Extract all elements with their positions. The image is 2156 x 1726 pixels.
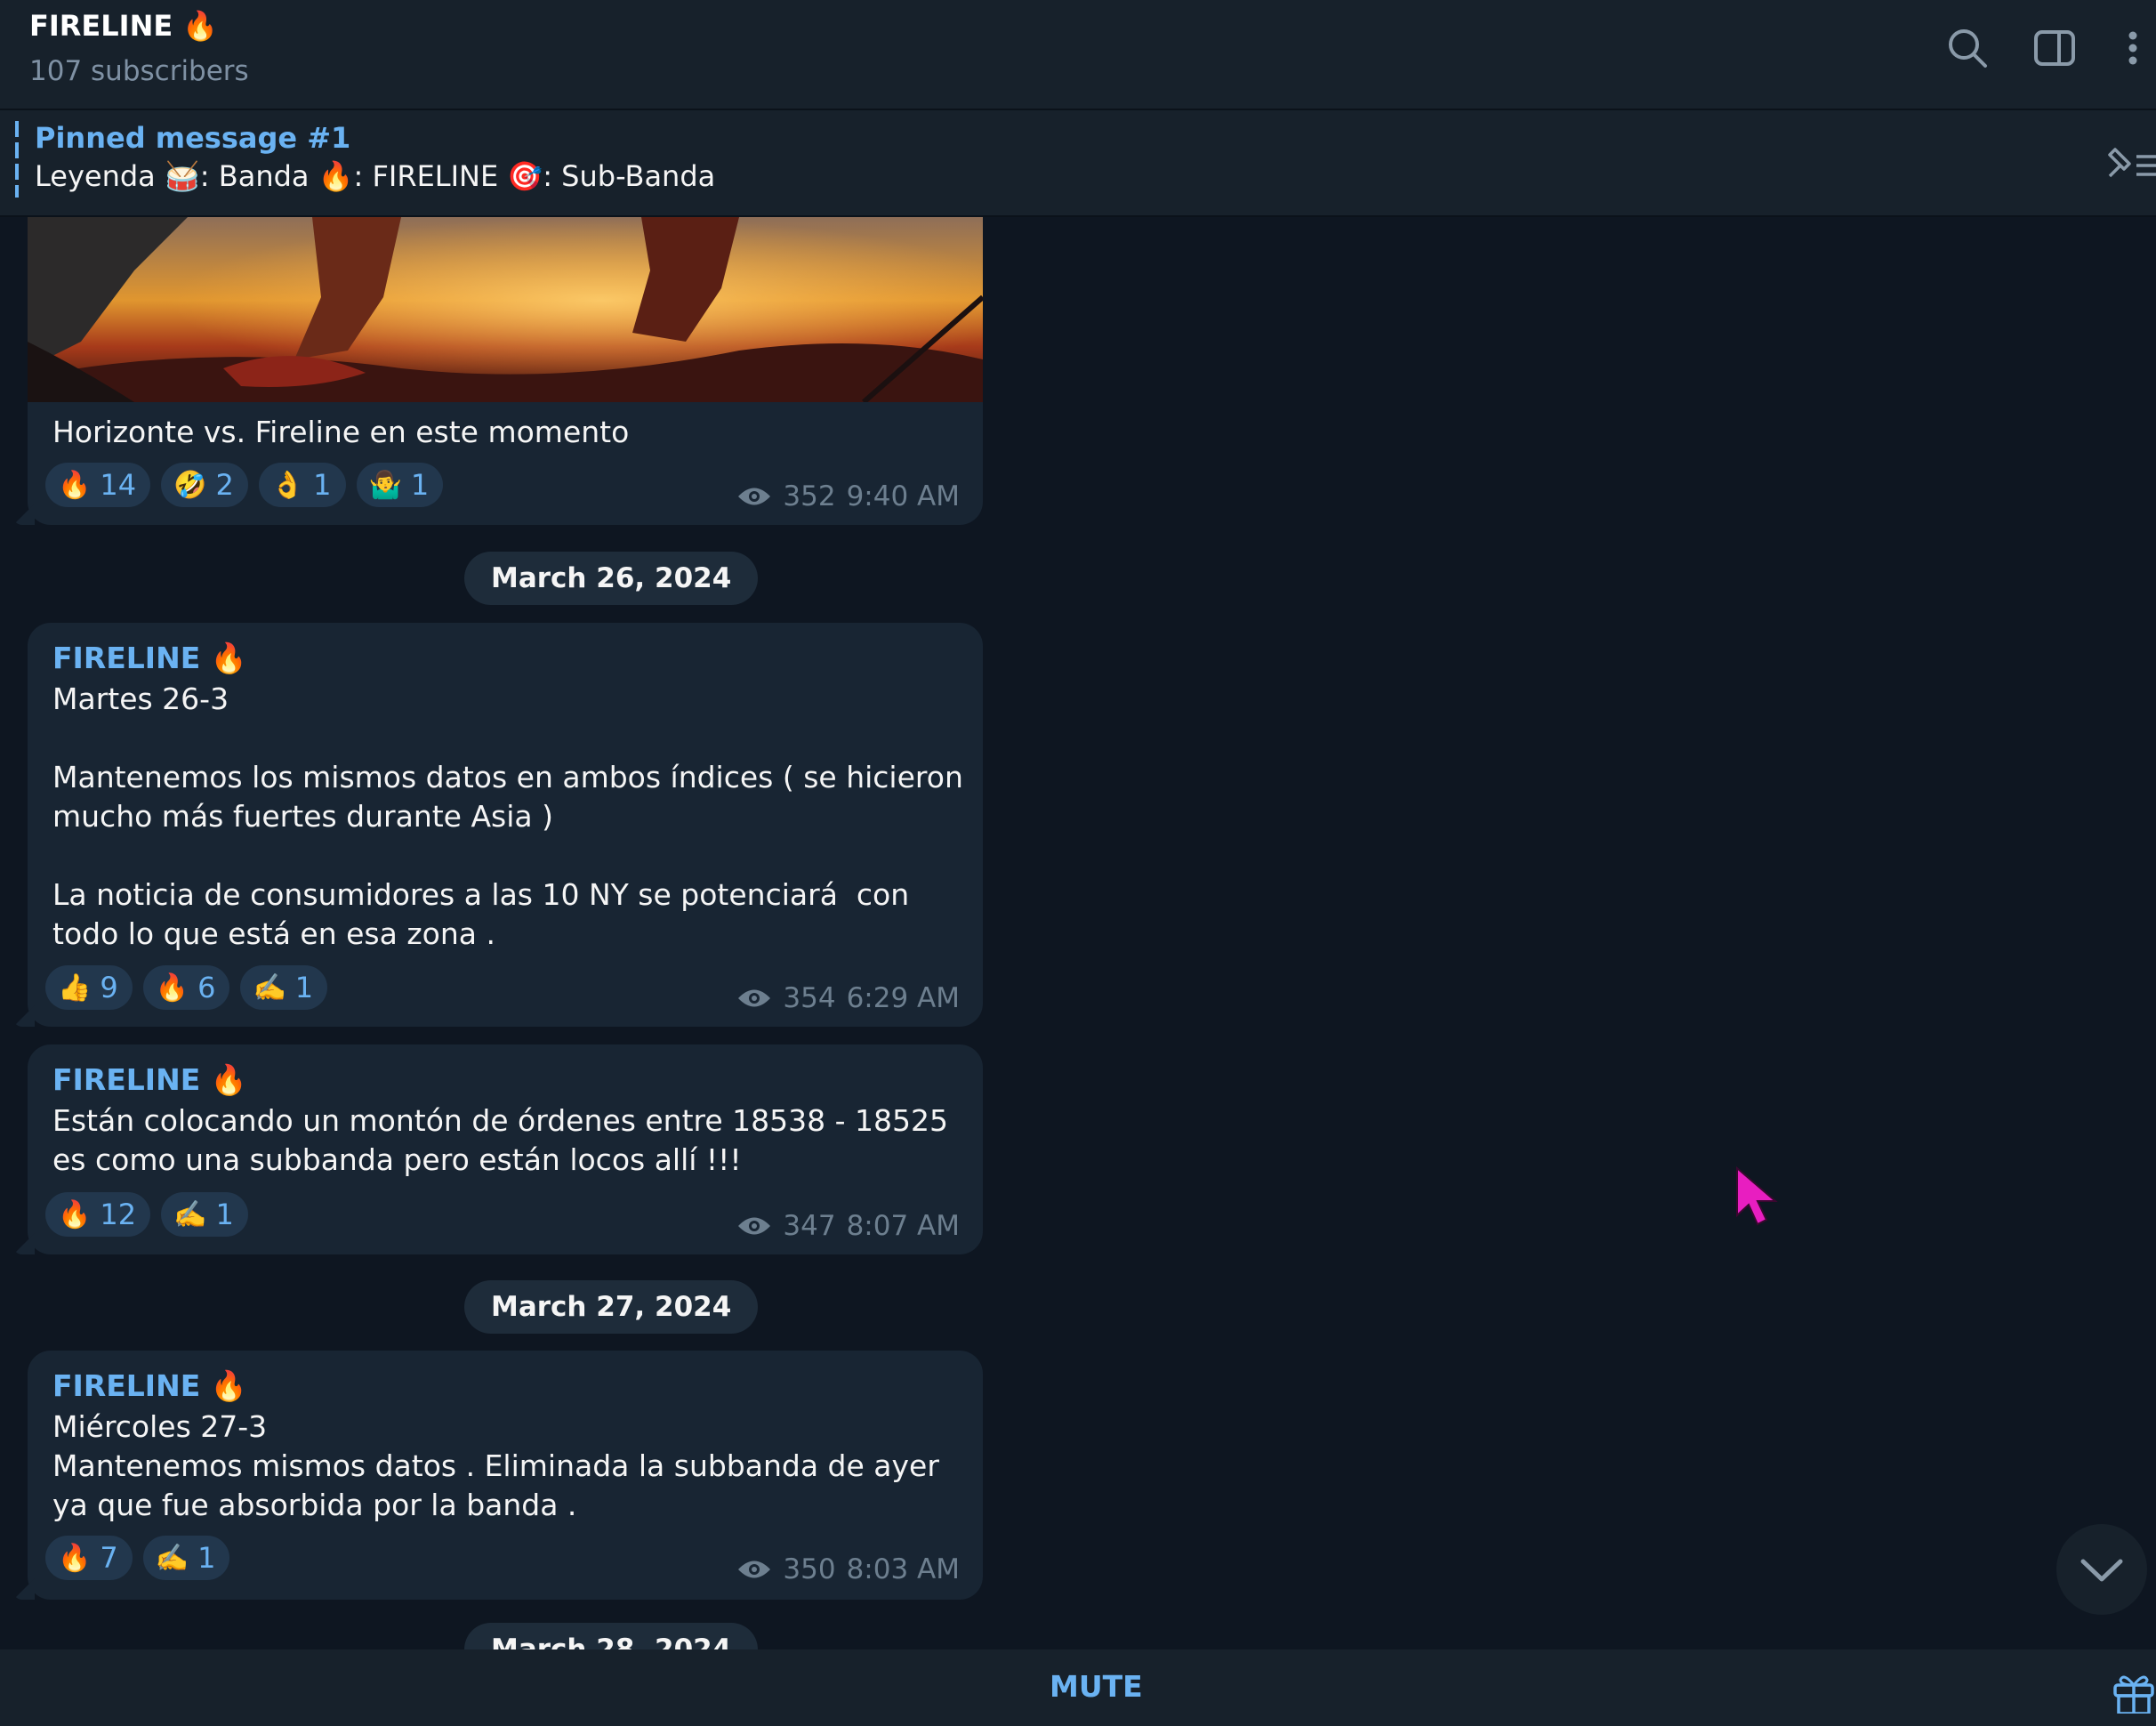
reaction-fire[interactable]: 🔥 14 (45, 463, 151, 507)
subscriber-count: 107 subscribers (29, 55, 249, 87)
message-bubble[interactable]: FIRELINE 🔥 Miércoles 27-3 Mantenemos mis… (13, 1351, 983, 1600)
views-icon (738, 989, 771, 1007)
views-icon (738, 1217, 771, 1235)
reaction-thumbs-up[interactable]: 👍 9 (45, 965, 133, 1010)
message-bubble[interactable]: FIRELINE 🔥 Martes 26-3 Mantenemos los mi… (13, 623, 983, 1027)
view-count: 350 (783, 1553, 836, 1585)
reaction-count: 1 (197, 1541, 216, 1575)
reaction-shrug[interactable]: 🤷‍♂️ 1 (356, 463, 444, 507)
reaction-emoji: 🔥 (58, 469, 92, 501)
reaction-emoji: ✍️ (173, 1198, 207, 1230)
reaction-count: 6 (197, 971, 216, 1004)
reaction-writing-hand[interactable]: ✍️ 1 (161, 1192, 248, 1237)
reaction-count: 2 (215, 468, 234, 502)
message-author[interactable]: FIRELINE 🔥 (52, 1062, 247, 1098)
mouse-cursor-icon (1736, 1165, 1778, 1226)
message-meta: 350 8:03 AM (736, 1553, 960, 1585)
message-author[interactable]: FIRELINE 🔥 (52, 1368, 247, 1404)
message-meta: 354 6:29 AM (736, 982, 960, 1014)
view-count: 354 (783, 982, 836, 1014)
reaction-emoji: 🔥 (155, 972, 189, 1004)
more-vertical-icon[interactable] (2112, 25, 2154, 71)
reaction-fire[interactable]: 🔥 7 (45, 1536, 133, 1580)
reaction-emoji: 🤣 (173, 469, 207, 501)
reaction-rofl[interactable]: 🤣 2 (161, 463, 248, 507)
gift-icon[interactable] (2112, 1669, 2156, 1714)
message-caption: Horizonte vs. Fireline en este momento (52, 415, 630, 449)
pinned-list-icon[interactable] (2097, 137, 2156, 190)
reaction-ok[interactable]: 👌 1 (258, 463, 346, 507)
message-text: Están colocando un montón de órdenes ent… (52, 1103, 958, 1177)
sidebar-toggle-icon[interactable] (2031, 25, 2078, 71)
message-text: Miércoles 27-3 Mantenemos mismos datos .… (52, 1409, 939, 1522)
mute-button[interactable]: MUTE (1050, 1669, 1143, 1704)
message-time: 6:29 AM (846, 982, 960, 1014)
reaction-list: 🔥 14 🤣 2 👌 1 🤷‍♂️ 1 (45, 463, 444, 507)
reaction-list: 👍 9 🔥 6 ✍️ 1 (45, 965, 328, 1010)
bubble-tail (13, 1578, 35, 1600)
bubble-tail (13, 1233, 35, 1254)
view-count: 352 (783, 480, 836, 512)
reaction-list: 🔥 7 ✍️ 1 (45, 1536, 230, 1580)
message-meta: 352 9:40 AM (736, 480, 960, 512)
bottom-bar: MUTE (0, 1649, 2156, 1726)
reaction-fire[interactable]: 🔥 12 (45, 1192, 151, 1237)
pinned-text: Leyenda 🥁: Banda 🔥: FIRELINE 🎯: Sub-Band… (35, 159, 716, 193)
bubble-tail (13, 1005, 35, 1027)
message-photo[interactable] (28, 217, 983, 402)
reaction-emoji: ✍️ (155, 1542, 189, 1574)
reaction-emoji: ✍️ (253, 972, 286, 1004)
search-icon[interactable] (1944, 25, 1991, 71)
message-text: Martes 26-3 Mantenemos los mismos datos … (52, 682, 963, 951)
reaction-fire[interactable]: 🔥 6 (142, 965, 230, 1010)
pinned-message-bar[interactable]: Pinned message #1 Leyenda 🥁: Banda 🔥: FI… (0, 110, 2156, 217)
bubble-tail (13, 504, 35, 525)
reaction-emoji: 🤷‍♂️ (368, 469, 402, 501)
date-separator: March 26, 2024 (464, 552, 759, 605)
reaction-count: 7 (100, 1541, 118, 1575)
message-meta: 347 8:07 AM (736, 1210, 960, 1242)
reaction-count: 14 (100, 468, 137, 502)
views-icon (738, 1561, 771, 1578)
pinned-indicator (15, 121, 19, 198)
reaction-emoji: 🔥 (58, 1542, 92, 1574)
views-icon (738, 488, 771, 505)
chat-header[interactable]: FIRELINE 🔥 107 subscribers (0, 0, 2156, 110)
reaction-count: 12 (100, 1198, 137, 1231)
reaction-writing-hand[interactable]: ✍️ 1 (240, 965, 328, 1010)
reaction-count: 1 (294, 971, 314, 1004)
reaction-emoji: 👌 (270, 469, 305, 501)
pinned-title: Pinned message #1 (35, 121, 351, 155)
reaction-count: 9 (100, 971, 118, 1004)
message-bubble[interactable]: Horizonte vs. Fireline en este momento 🔥… (13, 217, 983, 525)
photo-scene-image (28, 217, 983, 402)
reaction-count: 1 (215, 1198, 234, 1231)
reaction-list: 🔥 12 ✍️ 1 (45, 1192, 248, 1237)
reaction-count: 1 (410, 468, 430, 502)
reaction-count: 1 (313, 468, 332, 502)
reaction-emoji: 👍 (58, 972, 92, 1004)
chevron-down-icon (2080, 1559, 2123, 1582)
view-count: 347 (783, 1210, 836, 1242)
scroll-to-bottom-button[interactable] (2056, 1524, 2147, 1615)
message-time: 9:40 AM (846, 480, 960, 512)
reaction-emoji: 🔥 (58, 1198, 92, 1230)
date-separator: March 27, 2024 (464, 1280, 759, 1334)
channel-title[interactable]: FIRELINE 🔥 (29, 9, 218, 43)
reaction-writing-hand[interactable]: ✍️ 1 (142, 1536, 230, 1580)
message-time: 8:03 AM (846, 1553, 960, 1585)
message-time: 8:07 AM (846, 1210, 960, 1242)
message-bubble[interactable]: FIRELINE 🔥 Están colocando un montón de … (13, 1044, 983, 1254)
message-author[interactable]: FIRELINE 🔥 (52, 641, 247, 676)
